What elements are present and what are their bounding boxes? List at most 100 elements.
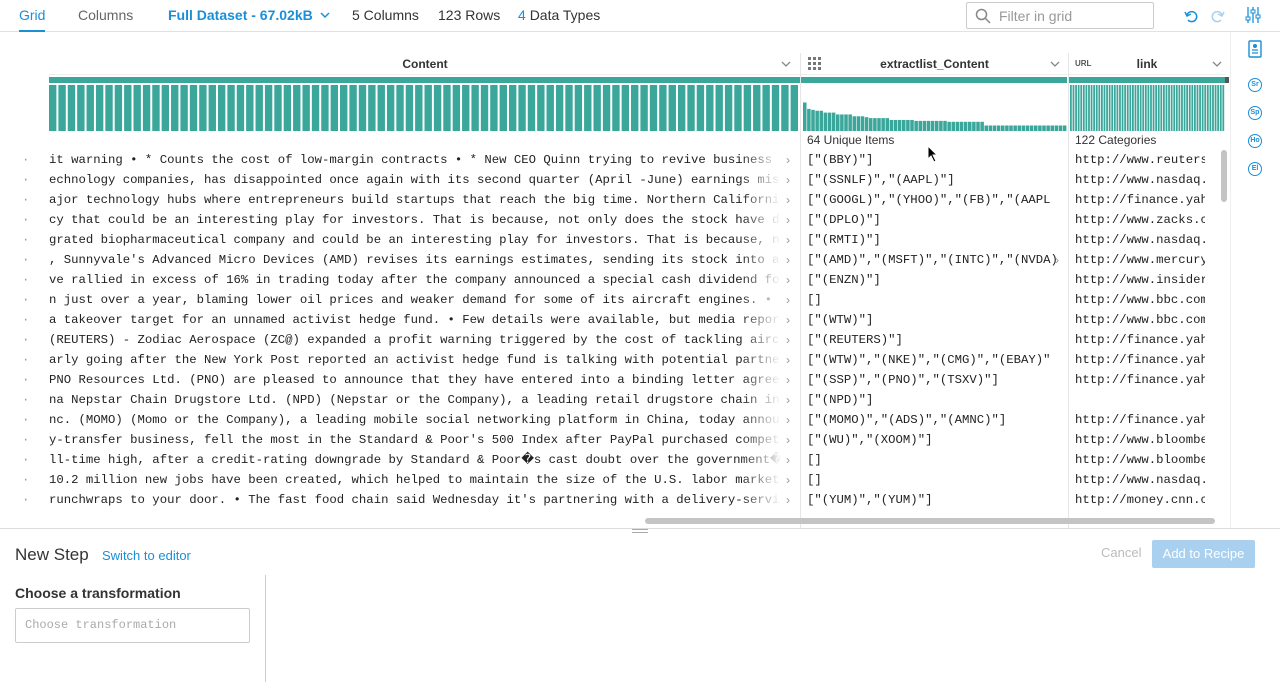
histogram-bar[interactable]: [1132, 85, 1134, 131]
histogram-bar[interactable]: [396, 85, 404, 131]
histogram-bar[interactable]: [877, 118, 881, 131]
histogram-bar[interactable]: [77, 85, 85, 131]
cell-extractlist[interactable]: ["(SSNLF)","(AAPL)"]: [807, 170, 1059, 190]
histogram-bar[interactable]: [815, 110, 819, 131]
cell-link[interactable]: http://www.nasdaq.: [1075, 230, 1205, 250]
histogram-bar[interactable]: [935, 120, 939, 131]
histogram-bar[interactable]: [217, 85, 226, 131]
histogram-bar[interactable]: [696, 85, 705, 131]
histogram-bar[interactable]: [1082, 85, 1085, 131]
cell-extractlist[interactable]: ["(NPD)"]: [807, 390, 1059, 410]
histogram-bar[interactable]: [1188, 85, 1191, 131]
histogram-bar[interactable]: [959, 121, 964, 131]
histogram-bar[interactable]: [996, 125, 1001, 131]
histogram-bar[interactable]: [1108, 85, 1111, 131]
histogram-bar[interactable]: [1054, 125, 1059, 131]
cell-content[interactable]: (REUTERS) - Zodiac Aerospace (ZC@) expan…: [49, 330, 781, 350]
histogram-bar[interactable]: [152, 85, 160, 131]
histogram-bar[interactable]: [687, 85, 695, 131]
histogram-bar[interactable]: [1021, 125, 1026, 131]
data-quality-bar[interactable]: [49, 77, 800, 83]
histogram-bar[interactable]: [67, 85, 76, 131]
data-types-count[interactable]: 4 Data Types: [518, 0, 600, 32]
histogram-bar[interactable]: [734, 85, 742, 131]
histogram-bar[interactable]: [340, 85, 348, 131]
histogram-bar[interactable]: [902, 119, 906, 131]
histogram-bar[interactable]: [621, 85, 630, 131]
histogram-bar[interactable]: [819, 110, 824, 131]
histogram-bar[interactable]: [302, 85, 310, 131]
chevron-down-icon[interactable]: [1050, 60, 1060, 68]
histogram-bar[interactable]: [1196, 85, 1199, 131]
cell-link[interactable]: http://www.insider: [1075, 270, 1205, 290]
chevron-right-icon[interactable]: ›: [786, 390, 790, 410]
histogram-bar[interactable]: [527, 85, 536, 131]
histogram-bar[interactable]: [518, 85, 526, 131]
histogram-bar[interactable]: [1191, 85, 1194, 131]
histogram-bar[interactable]: [943, 120, 947, 131]
histogram-bar[interactable]: [640, 85, 648, 131]
histogram-bar[interactable]: [1075, 85, 1077, 131]
chevron-right-icon[interactable]: ›: [786, 490, 790, 510]
histogram-link[interactable]: [1070, 85, 1225, 131]
histogram-bar[interactable]: [199, 85, 207, 131]
histogram-bar[interactable]: [939, 120, 943, 131]
histogram-bar[interactable]: [840, 114, 844, 131]
cell-link[interactable]: http://www.bloombe: [1075, 430, 1205, 450]
histogram-bar[interactable]: [844, 114, 848, 131]
cell-extractlist[interactable]: ["(SSP)","(PNO)","(TSXV)"]: [807, 370, 1059, 390]
histogram-bar[interactable]: [771, 85, 780, 131]
tab-grid[interactable]: Grid: [19, 0, 46, 32]
cell-content[interactable]: ajor technology hubs where entrepreneurs…: [49, 190, 781, 210]
histogram-bar[interactable]: [762, 85, 770, 131]
histogram-bar[interactable]: [227, 85, 235, 131]
histogram-bar[interactable]: [574, 85, 583, 131]
suggestion-el-icon[interactable]: El: [1248, 162, 1262, 176]
cell-extractlist[interactable]: ["(DPLO)"]: [807, 210, 1059, 230]
histogram-bar[interactable]: [1186, 85, 1189, 131]
histogram-bar[interactable]: [1113, 85, 1116, 131]
chevron-right-icon[interactable]: ›: [786, 310, 790, 330]
histogram-bar[interactable]: [1106, 85, 1108, 131]
histogram-bar[interactable]: [724, 85, 733, 131]
histogram-bar[interactable]: [1098, 85, 1101, 131]
histogram-bar[interactable]: [659, 85, 667, 131]
chevron-right-icon[interactable]: ›: [786, 470, 790, 490]
histogram-bar[interactable]: [1134, 85, 1137, 131]
cell-content[interactable]: ll-time high, after a credit-rating down…: [49, 450, 781, 470]
histogram-bar[interactable]: [114, 85, 123, 131]
histogram-bar[interactable]: [293, 85, 301, 131]
histogram-bar[interactable]: [976, 121, 980, 131]
histogram-bar[interactable]: [1206, 85, 1209, 131]
chevron-right-icon[interactable]: ›: [786, 410, 790, 430]
cell-extractlist[interactable]: ["(RMTI)"]: [807, 230, 1059, 250]
histogram-bar[interactable]: [584, 85, 592, 131]
histogram-bar[interactable]: [1157, 85, 1160, 131]
histogram-bar[interactable]: [1090, 85, 1093, 131]
histogram-bar[interactable]: [490, 85, 498, 131]
histogram-bar[interactable]: [1209, 85, 1212, 131]
chevron-right-icon[interactable]: ›: [786, 210, 790, 230]
histogram-bar[interactable]: [415, 85, 423, 131]
cell-extractlist[interactable]: []: [807, 290, 1059, 310]
histogram-bar[interactable]: [811, 109, 815, 131]
histogram-bar[interactable]: [1204, 85, 1207, 131]
cell-content[interactable]: PNO Resources Ltd. (PNO) are pleased to …: [49, 370, 781, 390]
histogram-bar[interactable]: [1152, 85, 1155, 131]
cell-extractlist[interactable]: ["(YUM)","(YUM)"]: [807, 490, 1059, 510]
histogram-bar[interactable]: [743, 85, 752, 131]
histogram-bar[interactable]: [1029, 125, 1034, 131]
vertical-scrollbar[interactable]: [1221, 150, 1227, 202]
cell-link[interactable]: http://www.bbc.com: [1075, 290, 1205, 310]
histogram-bar[interactable]: [1178, 85, 1181, 131]
histogram-bar[interactable]: [1129, 85, 1132, 131]
column-header-link[interactable]: URL link: [1068, 53, 1226, 75]
histogram-bar[interactable]: [910, 119, 914, 131]
histogram-bar[interactable]: [171, 85, 179, 131]
suggestion-sp-icon[interactable]: Sp: [1248, 106, 1262, 120]
cell-content[interactable]: grated biopharmaceutical company and cou…: [49, 230, 781, 250]
settings-sliders-icon[interactable]: [1244, 6, 1262, 24]
histogram-bar[interactable]: [452, 85, 461, 131]
histogram-bar[interactable]: [1050, 125, 1055, 131]
histogram-bar[interactable]: [161, 85, 170, 131]
